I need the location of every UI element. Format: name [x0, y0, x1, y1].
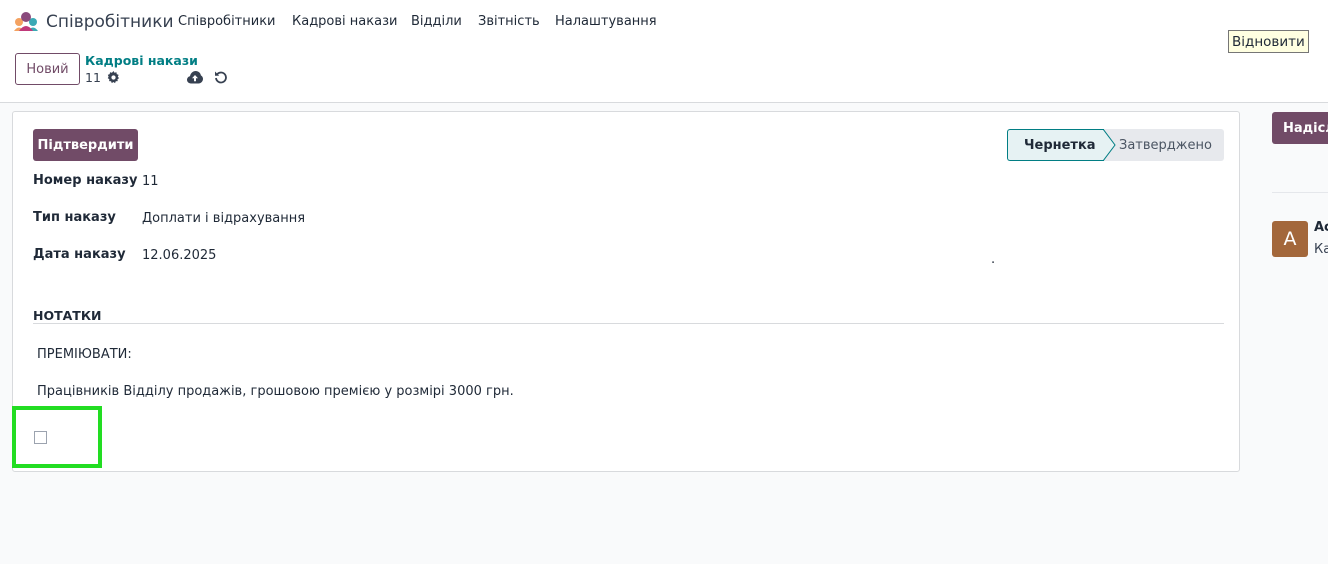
new-button[interactable]: Новий [15, 53, 80, 85]
status-bar: Чернетка Затверджено [1007, 129, 1224, 161]
order-type-value[interactable]: Доплати і відрахування [142, 211, 305, 226]
order-date-value[interactable]: 12.06.2025 [142, 248, 216, 263]
notes-title: НОТАТКИ [33, 308, 102, 323]
employees-app-icon[interactable] [12, 11, 40, 31]
order-number-label: Номер наказу [33, 173, 138, 188]
note-line[interactable]: ПРЕМІЮВАТИ: [37, 347, 132, 362]
breadcrumb-parent[interactable]: Кадрові накази [85, 53, 198, 68]
send-message-button[interactable]: Надісл [1272, 112, 1328, 144]
stage-draft[interactable]: Чернетка [1007, 129, 1104, 161]
breadcrumb-current: 11 [85, 70, 101, 85]
message-subtext: Ка [1314, 242, 1328, 257]
undo-icon[interactable] [214, 70, 228, 84]
app-name[interactable]: Співробітники [46, 12, 174, 32]
gear-icon[interactable] [107, 71, 120, 84]
order-type-label: Тип наказу [33, 210, 116, 225]
top-navbar: Співробітники Співробітники Кадрові нака… [0, 0, 1328, 44]
control-panel: Новий Кадрові накази 11 [0, 44, 1328, 103]
menu-hr-orders[interactable]: Кадрові накази [292, 14, 397, 29]
notes-divider [33, 323, 1224, 324]
message-author[interactable]: Ac [1314, 220, 1328, 235]
form-sheet: Підтвердити Чернетка Затверджено Номер н… [12, 111, 1240, 472]
avatar[interactable]: A [1272, 221, 1308, 257]
order-number-value[interactable]: 11 [142, 174, 159, 189]
chatter-divider [1272, 192, 1328, 193]
stage-arrow-icon [1103, 129, 1116, 161]
menu-departments[interactable]: Відділи [411, 14, 462, 29]
stray-dot: . [991, 252, 996, 267]
stage-approved[interactable]: Затверджено [1119, 129, 1212, 161]
note-line[interactable]: Працівників Відділу продажів, грошовою п… [37, 384, 514, 399]
highlight-box [12, 406, 102, 468]
menu-settings[interactable]: Налаштування [555, 14, 657, 29]
cloud-upload-icon[interactable] [187, 71, 203, 84]
menu-reporting[interactable]: Звітність [478, 14, 540, 29]
menu-employees[interactable]: Співробітники [178, 14, 276, 29]
confirm-button[interactable]: Підтвердити [33, 129, 138, 161]
order-date-label: Дата наказу [33, 247, 126, 262]
tooltip: Відновити [1228, 30, 1309, 53]
